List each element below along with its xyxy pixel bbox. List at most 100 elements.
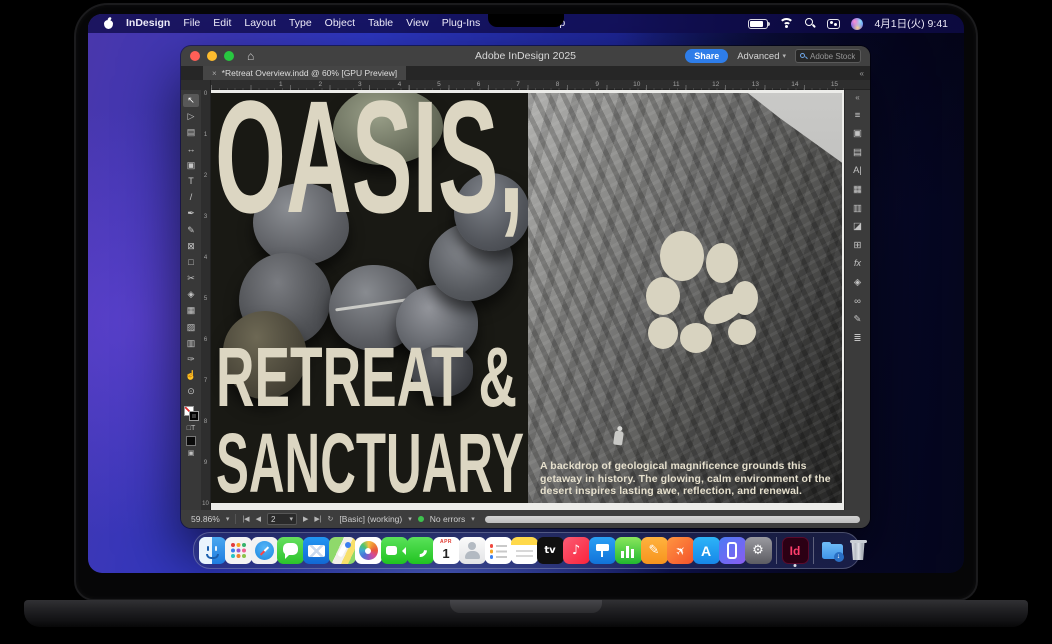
headline-line-1[interactable]: OASIS, xyxy=(215,93,524,246)
dock-phone[interactable] xyxy=(407,537,434,564)
spread[interactable]: OASIS, RETREAT & SANCTUARY xyxy=(211,93,842,503)
document-canvas[interactable]: OASIS, RETREAT & SANCTUARY xyxy=(211,90,844,510)
effects-panel-icon[interactable]: fx xyxy=(849,256,867,271)
frame-tool[interactable]: ⊠ xyxy=(183,240,199,253)
gap-tool[interactable]: ↔ xyxy=(183,143,199,156)
hand-tool[interactable]: ☝ xyxy=(183,369,199,382)
type-tool[interactable]: T xyxy=(183,175,199,188)
swatches-panel-icon[interactable]: ▦ xyxy=(849,182,867,197)
dock-launchpad[interactable] xyxy=(225,537,252,564)
menu-plugins[interactable]: Plug-Ins xyxy=(442,14,481,33)
close-window-button[interactable] xyxy=(190,51,200,61)
dock-system-settings[interactable]: ⚙ xyxy=(745,537,772,564)
siri-icon[interactable] xyxy=(851,18,863,30)
dock-contacts[interactable] xyxy=(459,537,486,564)
dock-safari[interactable] xyxy=(251,537,278,564)
apply-color-button[interactable] xyxy=(186,436,196,446)
adobe-stock-search-input[interactable]: Adobe Stock xyxy=(795,49,861,63)
share-button[interactable]: Share xyxy=(685,49,728,63)
menu-app[interactable]: InDesign xyxy=(126,14,170,33)
dock-downloads[interactable]: ↓ xyxy=(819,537,846,564)
dock-numbers[interactable] xyxy=(615,537,642,564)
dock-mail[interactable] xyxy=(303,537,330,564)
gradient-feather-tool[interactable]: ▨ xyxy=(183,321,199,334)
dock-keynote[interactable] xyxy=(589,537,616,564)
layers-panel-icon[interactable]: ◈ xyxy=(849,275,867,290)
zoom-level[interactable]: 59.86% xyxy=(191,514,220,524)
dock-indesign[interactable]: Id xyxy=(782,537,809,564)
adjustments-panel-icon[interactable]: ≡ xyxy=(849,108,867,123)
paragraph-styles-panel-icon[interactable]: ▥ xyxy=(849,201,867,216)
page-tool[interactable]: ▤ xyxy=(183,126,199,139)
preflight-profile[interactable]: [Basic] (working) xyxy=(339,514,402,524)
page-left[interactable]: OASIS, RETREAT & SANCTUARY xyxy=(211,93,528,503)
menu-table[interactable]: Table xyxy=(368,14,393,33)
workspace-switcher[interactable]: Advanced ▾ xyxy=(737,51,786,62)
wifi-icon[interactable] xyxy=(779,18,794,29)
headline-text-frame[interactable]: OASIS, RETREAT & SANCTUARY xyxy=(211,93,528,503)
dock-maps[interactable] xyxy=(329,537,356,564)
cc-libraries-panel-icon[interactable]: ▣ xyxy=(849,126,867,141)
headline-line-3[interactable]: SANCTUARY xyxy=(216,416,524,503)
apple-menu-icon[interactable] xyxy=(104,18,113,29)
headline-line-2[interactable]: RETREAT & xyxy=(216,330,517,424)
content-collector-tool[interactable]: ▣ xyxy=(183,159,199,172)
formatting-affects-buttons[interactable]: □T xyxy=(187,424,196,433)
dock-calendar[interactable]: APR 1 xyxy=(433,537,460,564)
screen-mode-button[interactable]: ▣ xyxy=(188,449,195,458)
dock-music[interactable]: ♪ xyxy=(563,537,590,564)
eyedropper-tool[interactable]: ✑ xyxy=(183,353,199,366)
close-tab-icon[interactable]: × xyxy=(212,69,217,78)
stroke-swatch[interactable] xyxy=(189,411,199,421)
dock-finder[interactable] xyxy=(199,537,226,564)
line-tool[interactable]: / xyxy=(183,191,199,204)
dock-apple-tv[interactable]: tv xyxy=(537,537,564,564)
rotate-spread-icon[interactable]: ↻ xyxy=(328,515,334,523)
fill-stroke-swatches[interactable] xyxy=(184,406,199,421)
title-bar[interactable]: ⌂ Adobe InDesign 2025 Share Advanced ▾ A… xyxy=(181,46,870,66)
menu-view[interactable]: View xyxy=(406,14,429,33)
expand-panels-icon[interactable]: « xyxy=(855,92,859,104)
menu-type[interactable]: Type xyxy=(289,14,312,33)
minimize-window-button[interactable] xyxy=(207,51,217,61)
character-panel-icon[interactable]: A| xyxy=(849,163,867,178)
gradient-swatch-tool[interactable]: ▦ xyxy=(183,304,199,317)
vertical-ruler[interactable]: 0 1 2 3 4 5 6 7 8 9 10 xyxy=(201,90,211,510)
zoom-level-chevron-icon[interactable]: ▾ xyxy=(226,515,230,523)
horizontal-ruler[interactable]: 1 2 3 4 5 6 7 8 9 10 11 12 13 14 15 16 xyxy=(181,80,870,90)
preflight-chevron-icon[interactable]: ▾ xyxy=(408,515,412,523)
pencil-tool[interactable]: ✎ xyxy=(183,224,199,237)
pages-panel-icon[interactable]: ▤ xyxy=(849,145,867,160)
page-number-input[interactable]: 2 ▾ xyxy=(267,513,297,525)
panel-collapse-icon[interactable]: « xyxy=(860,66,870,80)
caption-text-frame[interactable]: A backdrop of geological magnificence gr… xyxy=(540,460,834,497)
menu-edit[interactable]: Edit xyxy=(213,14,231,33)
dock-notes[interactable] xyxy=(511,537,538,564)
menu-layout[interactable]: Layout xyxy=(244,14,276,33)
dock-games[interactable]: ✈ xyxy=(667,537,694,564)
first-spread-button[interactable]: |◀ xyxy=(242,515,249,523)
menu-bar-clock[interactable]: 4月1日(火) 9:41 xyxy=(874,16,948,31)
text-wrap-panel-icon[interactable]: ◪ xyxy=(849,219,867,234)
home-icon[interactable]: ⌂ xyxy=(247,51,254,61)
spotlight-search-icon[interactable] xyxy=(805,18,816,29)
dock-photos[interactable] xyxy=(355,537,382,564)
next-spread-button[interactable]: ▶ xyxy=(303,515,308,523)
dock-app-store[interactable]: A xyxy=(693,537,720,564)
links-panel-icon[interactable]: ∞ xyxy=(849,294,867,309)
rectangle-tool[interactable]: □ xyxy=(183,256,199,269)
pen-tool[interactable]: ✒ xyxy=(183,207,199,220)
page-right-cliff-photo[interactable]: A backdrop of geological magnificence gr… xyxy=(528,93,842,503)
note-tool[interactable]: ▥ xyxy=(183,337,199,350)
stroke-weight-panel-icon[interactable]: ≣ xyxy=(849,331,867,346)
dock-messages[interactable] xyxy=(277,537,304,564)
stroke-panel-icon[interactable]: ✎ xyxy=(849,312,867,327)
free-transform-tool[interactable]: ◈ xyxy=(183,288,199,301)
control-center-icon[interactable] xyxy=(827,19,840,29)
battery-icon[interactable] xyxy=(748,19,768,29)
horizontal-scrollbar[interactable] xyxy=(485,516,860,523)
dock-trash[interactable] xyxy=(845,537,872,564)
scissors-tool[interactable]: ✂ xyxy=(183,272,199,285)
dock-facetime[interactable] xyxy=(381,537,408,564)
document-tab[interactable]: × *Retreat Overview.indd @ 60% [GPU Prev… xyxy=(203,66,406,80)
